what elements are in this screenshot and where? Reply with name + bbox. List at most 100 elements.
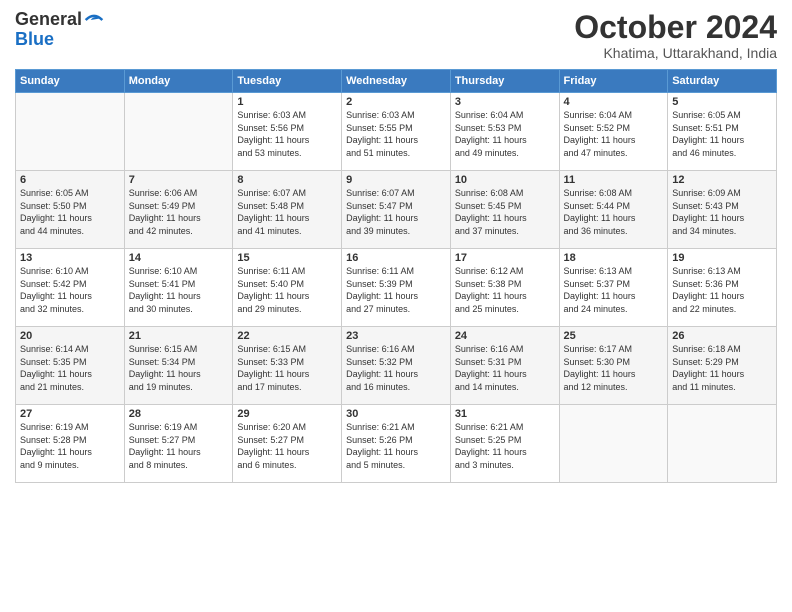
day-info: Sunrise: 6:10 AM Sunset: 5:41 PM Dayligh… [129, 265, 229, 315]
day-cell: 16Sunrise: 6:11 AM Sunset: 5:39 PM Dayli… [342, 249, 451, 327]
day-info: Sunrise: 6:05 AM Sunset: 5:51 PM Dayligh… [672, 109, 772, 159]
day-cell: 11Sunrise: 6:08 AM Sunset: 5:44 PM Dayli… [559, 171, 668, 249]
day-info: Sunrise: 6:03 AM Sunset: 5:56 PM Dayligh… [237, 109, 337, 159]
day-cell [559, 405, 668, 483]
header-cell-tuesday: Tuesday [233, 70, 342, 93]
day-cell [668, 405, 777, 483]
day-number: 31 [455, 408, 555, 420]
day-cell: 9Sunrise: 6:07 AM Sunset: 5:47 PM Daylig… [342, 171, 451, 249]
calendar-container: General Blue October 2024 Khatima, Uttar… [0, 0, 792, 612]
day-cell: 26Sunrise: 6:18 AM Sunset: 5:29 PM Dayli… [668, 327, 777, 405]
header: General Blue October 2024 Khatima, Uttar… [15, 10, 777, 61]
day-info: Sunrise: 6:17 AM Sunset: 5:30 PM Dayligh… [564, 343, 664, 393]
day-info: Sunrise: 6:21 AM Sunset: 5:25 PM Dayligh… [455, 421, 555, 471]
day-number: 3 [455, 96, 555, 108]
day-info: Sunrise: 6:16 AM Sunset: 5:31 PM Dayligh… [455, 343, 555, 393]
day-number: 29 [237, 408, 337, 420]
day-number: 16 [346, 252, 446, 264]
day-info: Sunrise: 6:12 AM Sunset: 5:38 PM Dayligh… [455, 265, 555, 315]
header-cell-friday: Friday [559, 70, 668, 93]
logo: General Blue [15, 10, 104, 48]
day-info: Sunrise: 6:06 AM Sunset: 5:49 PM Dayligh… [129, 187, 229, 237]
day-info: Sunrise: 6:11 AM Sunset: 5:39 PM Dayligh… [346, 265, 446, 315]
day-number: 20 [20, 330, 120, 342]
day-number: 13 [20, 252, 120, 264]
day-cell: 18Sunrise: 6:13 AM Sunset: 5:37 PM Dayli… [559, 249, 668, 327]
day-cell: 13Sunrise: 6:10 AM Sunset: 5:42 PM Dayli… [16, 249, 125, 327]
day-info: Sunrise: 6:21 AM Sunset: 5:26 PM Dayligh… [346, 421, 446, 471]
day-info: Sunrise: 6:20 AM Sunset: 5:27 PM Dayligh… [237, 421, 337, 471]
day-cell: 8Sunrise: 6:07 AM Sunset: 5:48 PM Daylig… [233, 171, 342, 249]
day-number: 17 [455, 252, 555, 264]
day-cell: 20Sunrise: 6:14 AM Sunset: 5:35 PM Dayli… [16, 327, 125, 405]
day-cell: 23Sunrise: 6:16 AM Sunset: 5:32 PM Dayli… [342, 327, 451, 405]
day-info: Sunrise: 6:04 AM Sunset: 5:52 PM Dayligh… [564, 109, 664, 159]
day-cell: 27Sunrise: 6:19 AM Sunset: 5:28 PM Dayli… [16, 405, 125, 483]
calendar-table: SundayMondayTuesdayWednesdayThursdayFrid… [15, 69, 777, 483]
day-number: 4 [564, 96, 664, 108]
day-cell: 29Sunrise: 6:20 AM Sunset: 5:27 PM Dayli… [233, 405, 342, 483]
day-info: Sunrise: 6:15 AM Sunset: 5:34 PM Dayligh… [129, 343, 229, 393]
day-number: 10 [455, 174, 555, 186]
day-cell: 5Sunrise: 6:05 AM Sunset: 5:51 PM Daylig… [668, 93, 777, 171]
day-info: Sunrise: 6:08 AM Sunset: 5:44 PM Dayligh… [564, 187, 664, 237]
day-number: 19 [672, 252, 772, 264]
day-number: 26 [672, 330, 772, 342]
day-cell [16, 93, 125, 171]
day-info: Sunrise: 6:03 AM Sunset: 5:55 PM Dayligh… [346, 109, 446, 159]
day-number: 9 [346, 174, 446, 186]
day-info: Sunrise: 6:19 AM Sunset: 5:28 PM Dayligh… [20, 421, 120, 471]
day-cell: 14Sunrise: 6:10 AM Sunset: 5:41 PM Dayli… [124, 249, 233, 327]
day-info: Sunrise: 6:10 AM Sunset: 5:42 PM Dayligh… [20, 265, 120, 315]
day-cell: 12Sunrise: 6:09 AM Sunset: 5:43 PM Dayli… [668, 171, 777, 249]
logo-icon [84, 10, 104, 30]
day-info: Sunrise: 6:08 AM Sunset: 5:45 PM Dayligh… [455, 187, 555, 237]
day-info: Sunrise: 6:11 AM Sunset: 5:40 PM Dayligh… [237, 265, 337, 315]
day-cell: 25Sunrise: 6:17 AM Sunset: 5:30 PM Dayli… [559, 327, 668, 405]
day-number: 25 [564, 330, 664, 342]
day-info: Sunrise: 6:05 AM Sunset: 5:50 PM Dayligh… [20, 187, 120, 237]
title-area: October 2024 Khatima, Uttarakhand, India [574, 10, 777, 61]
month-title: October 2024 [574, 10, 777, 45]
day-cell: 17Sunrise: 6:12 AM Sunset: 5:38 PM Dayli… [450, 249, 559, 327]
day-number: 11 [564, 174, 664, 186]
day-number: 5 [672, 96, 772, 108]
header-row: SundayMondayTuesdayWednesdayThursdayFrid… [16, 70, 777, 93]
day-number: 15 [237, 252, 337, 264]
week-row-5: 27Sunrise: 6:19 AM Sunset: 5:28 PM Dayli… [16, 405, 777, 483]
day-info: Sunrise: 6:14 AM Sunset: 5:35 PM Dayligh… [20, 343, 120, 393]
day-cell: 28Sunrise: 6:19 AM Sunset: 5:27 PM Dayli… [124, 405, 233, 483]
day-number: 28 [129, 408, 229, 420]
day-cell: 24Sunrise: 6:16 AM Sunset: 5:31 PM Dayli… [450, 327, 559, 405]
header-cell-monday: Monday [124, 70, 233, 93]
day-cell: 4Sunrise: 6:04 AM Sunset: 5:52 PM Daylig… [559, 93, 668, 171]
day-cell: 6Sunrise: 6:05 AM Sunset: 5:50 PM Daylig… [16, 171, 125, 249]
day-cell: 22Sunrise: 6:15 AM Sunset: 5:33 PM Dayli… [233, 327, 342, 405]
day-number: 8 [237, 174, 337, 186]
week-row-2: 6Sunrise: 6:05 AM Sunset: 5:50 PM Daylig… [16, 171, 777, 249]
week-row-1: 1Sunrise: 6:03 AM Sunset: 5:56 PM Daylig… [16, 93, 777, 171]
week-row-3: 13Sunrise: 6:10 AM Sunset: 5:42 PM Dayli… [16, 249, 777, 327]
day-cell: 2Sunrise: 6:03 AM Sunset: 5:55 PM Daylig… [342, 93, 451, 171]
day-cell: 31Sunrise: 6:21 AM Sunset: 5:25 PM Dayli… [450, 405, 559, 483]
day-cell: 21Sunrise: 6:15 AM Sunset: 5:34 PM Dayli… [124, 327, 233, 405]
logo-blue: Blue [15, 30, 104, 48]
day-number: 6 [20, 174, 120, 186]
header-cell-saturday: Saturday [668, 70, 777, 93]
day-info: Sunrise: 6:15 AM Sunset: 5:33 PM Dayligh… [237, 343, 337, 393]
day-info: Sunrise: 6:13 AM Sunset: 5:36 PM Dayligh… [672, 265, 772, 315]
day-cell: 19Sunrise: 6:13 AM Sunset: 5:36 PM Dayli… [668, 249, 777, 327]
day-info: Sunrise: 6:16 AM Sunset: 5:32 PM Dayligh… [346, 343, 446, 393]
day-info: Sunrise: 6:07 AM Sunset: 5:48 PM Dayligh… [237, 187, 337, 237]
day-number: 12 [672, 174, 772, 186]
day-number: 30 [346, 408, 446, 420]
day-info: Sunrise: 6:09 AM Sunset: 5:43 PM Dayligh… [672, 187, 772, 237]
header-cell-thursday: Thursday [450, 70, 559, 93]
header-cell-sunday: Sunday [16, 70, 125, 93]
day-info: Sunrise: 6:13 AM Sunset: 5:37 PM Dayligh… [564, 265, 664, 315]
day-number: 7 [129, 174, 229, 186]
day-number: 27 [20, 408, 120, 420]
day-info: Sunrise: 6:04 AM Sunset: 5:53 PM Dayligh… [455, 109, 555, 159]
day-cell: 7Sunrise: 6:06 AM Sunset: 5:49 PM Daylig… [124, 171, 233, 249]
day-number: 22 [237, 330, 337, 342]
